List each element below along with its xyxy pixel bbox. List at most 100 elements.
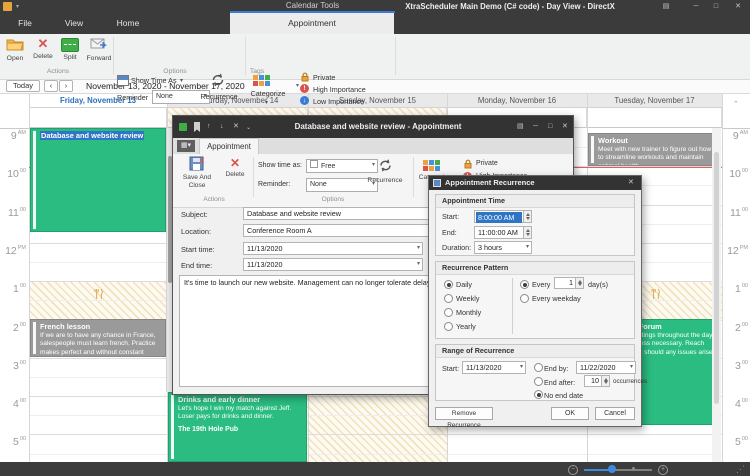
every-n-days-radio[interactable] (520, 280, 529, 289)
all-day-cell[interactable] (29, 108, 167, 128)
recurrence-button[interactable]: Recurrence (363, 177, 407, 184)
duration-combo[interactable]: 3 hours▾ (474, 241, 532, 254)
recurrence-dialog-titlebar: Appointment Recurrence ✕ (429, 176, 641, 190)
tab-file[interactable]: File (10, 13, 40, 34)
split-button[interactable]: Split (58, 37, 82, 61)
close-button[interactable]: ✕ (732, 2, 744, 11)
recurrence-end-time-field[interactable]: 11:00:00 AM (474, 226, 532, 239)
svg-text:✕: ✕ (199, 158, 205, 165)
chevron-down-icon: ▾ (630, 362, 633, 373)
private-button[interactable]: Private (476, 160, 498, 167)
recurrence-dialog-icon (433, 179, 441, 187)
low-importance-button[interactable]: Low Importance (313, 97, 364, 106)
no-end-date-radio[interactable] (534, 390, 543, 399)
tab-appointment[interactable]: Appointment (199, 138, 259, 154)
end-by-date-combo[interactable]: 11/22/2020▾ (576, 361, 636, 374)
bookmark-icon[interactable] (193, 122, 201, 132)
recurrence-start-time-field[interactable]: 8:00:00 AM (474, 210, 532, 223)
categorize-button[interactable]: Categorize (247, 89, 289, 98)
chevron-down-icon: ▾ (520, 362, 523, 373)
tab-appointment[interactable]: Appointment (230, 13, 394, 34)
date-toolbar: Today ‹ › November 13, 2020 - November 1… (0, 79, 750, 94)
maximize-button[interactable]: □ (710, 2, 722, 11)
save-and-close-button[interactable]: ✕ Save And Close (177, 156, 217, 189)
today-button[interactable]: Today (6, 80, 40, 92)
high-importance-button[interactable]: High Importance (313, 85, 366, 94)
event-french-lesson[interactable]: French lessonIf we are to have any chanc… (30, 319, 166, 357)
prev-day-button[interactable]: ‹ (44, 80, 58, 92)
weekly-radio[interactable] (444, 294, 453, 303)
appointment-doc-icon[interactable] (179, 123, 187, 131)
ok-button[interactable]: OK (551, 407, 589, 420)
chevron-down-icon[interactable]: ▾ (296, 82, 299, 89)
show-time-as-combo[interactable]: Free▾ (306, 159, 378, 173)
occurrences-label: occurrences (613, 378, 647, 385)
app-icon[interactable] (3, 2, 12, 11)
minimize-button[interactable]: ─ (533, 122, 538, 132)
zoom-in-icon[interactable]: + (658, 465, 668, 475)
resize-grip-icon[interactable]: ⋰ (736, 464, 745, 475)
maximize-button[interactable]: □ (548, 122, 552, 132)
time-spinner[interactable] (523, 227, 531, 238)
ribbon-options-button[interactable]: ▤ (660, 2, 672, 11)
yearly-radio[interactable] (444, 322, 453, 331)
quick-access-dropdown-icon[interactable]: ▾ (16, 3, 19, 10)
end-date-field[interactable]: 11/13/2020▾ (243, 258, 423, 271)
event-drinks-dinner[interactable]: Drinks and early dinnerLet's hope I win … (168, 392, 307, 462)
monthly-radio[interactable] (444, 308, 453, 317)
group-separator (395, 37, 396, 75)
chevron-down-icon[interactable]: ⌄ (246, 123, 251, 133)
scrollbar-thumb[interactable] (714, 152, 719, 404)
daily-radio[interactable] (444, 280, 453, 289)
zoom-slider-thumb[interactable] (608, 465, 616, 473)
delete-button[interactable]: ✕ Delete (30, 37, 56, 60)
event-workout[interactable]: WorkoutMeet with new trainer to figure o… (588, 133, 720, 166)
private-button[interactable]: Private (313, 73, 335, 82)
location-label: Location: (181, 227, 211, 236)
forward-button[interactable]: Forward (84, 37, 114, 62)
occurrences-field[interactable]: 10 (584, 375, 610, 387)
chevron-down-icon: ▾ (265, 99, 268, 106)
close-button[interactable]: ✕ (628, 178, 634, 188)
remove-recurrence-button[interactable]: Remove Recurrence (435, 407, 493, 420)
cancel-button[interactable]: Cancel (595, 407, 635, 420)
every-label: Every (532, 280, 550, 289)
delete-button[interactable]: ✕ Delete (221, 156, 249, 178)
event-database-review[interactable]: Database and website review (30, 128, 166, 232)
appointment-dialog-title: Database and website review - Appointmen… (263, 122, 493, 131)
vertical-scrollbar-right[interactable] (712, 128, 721, 462)
down-arrow-icon[interactable]: ↓ (220, 122, 224, 132)
close-x-icon[interactable]: ✕ (233, 122, 239, 132)
every-n-field[interactable]: 1 (554, 277, 584, 289)
zoom-out-icon[interactable]: − (568, 465, 578, 475)
ruler-corner-left (0, 93, 29, 129)
ribbon-options-button[interactable]: ▤ (517, 122, 524, 132)
show-time-as-button[interactable]: Show Time As (131, 76, 177, 85)
end-after-radio[interactable] (534, 377, 543, 386)
minimize-button[interactable]: ─ (690, 2, 702, 11)
next-day-button[interactable]: › (59, 80, 73, 92)
start-date-field[interactable]: 11/13/2020▾ (243, 242, 423, 255)
day-header-5[interactable]: Tuesday, November 17 (587, 93, 723, 108)
up-arrow-icon[interactable]: ↑ (207, 122, 211, 132)
open-button[interactable]: Open (2, 37, 28, 62)
tab-home[interactable]: Home (108, 13, 148, 34)
chevron-down-icon: ▾ (417, 259, 420, 270)
ribbon: Open ✕ Delete Split Forward Show Time As… (0, 34, 750, 80)
all-day-cell[interactable] (587, 108, 722, 128)
recurrence-button[interactable]: Recurrence (197, 92, 241, 101)
number-spinner[interactable] (601, 376, 609, 386)
close-button[interactable]: ✕ (562, 122, 568, 132)
end-by-radio[interactable] (534, 363, 543, 372)
time-spinner[interactable] (523, 211, 531, 222)
lunch-fork-knife-icon (649, 288, 661, 302)
collapse-ribbon-icon[interactable]: ⌃ (733, 100, 739, 108)
number-spinner[interactable] (575, 278, 583, 288)
day-header-4[interactable]: Monday, November 16 (447, 93, 588, 108)
app-menu-button[interactable]: ▦▾ (177, 140, 195, 152)
zoom-slider-tick (632, 467, 635, 470)
every-weekday-radio[interactable] (520, 294, 529, 303)
range-start-combo[interactable]: 11/13/2020▾ (462, 361, 526, 374)
window-titlebar: ▾ Calendar Tools XtraScheduler Main Demo… (0, 0, 750, 13)
tab-view[interactable]: View (56, 13, 92, 34)
